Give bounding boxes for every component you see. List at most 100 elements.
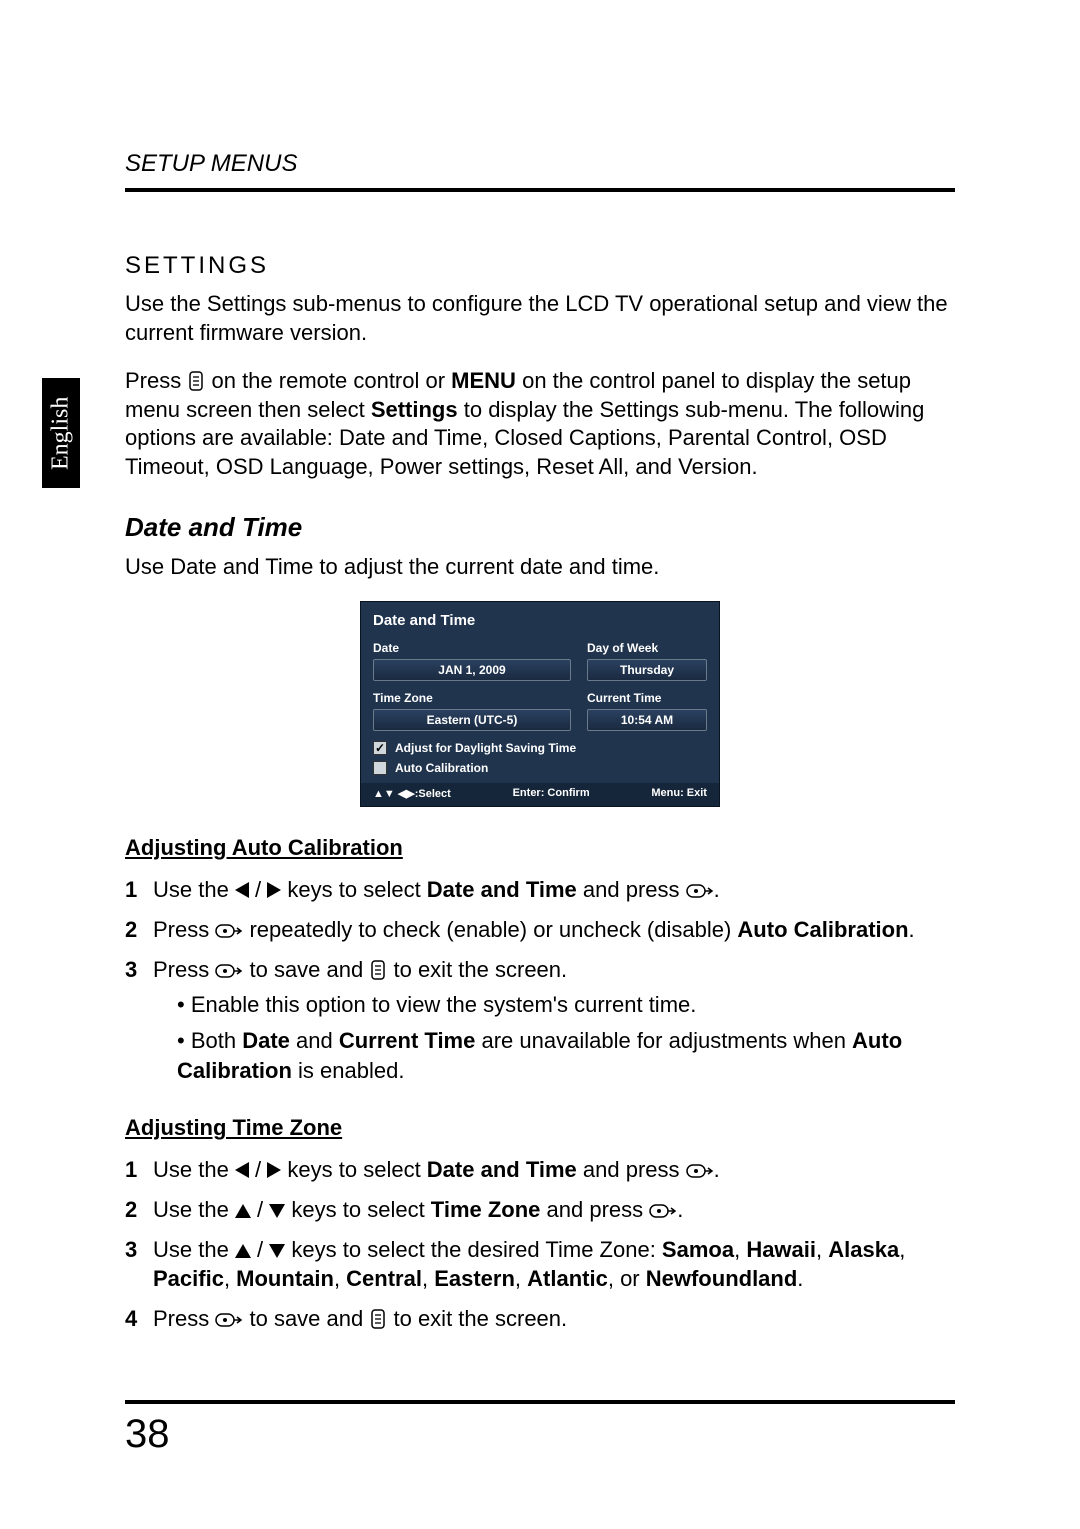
text: repeatedly to check (enable) or uncheck … <box>249 917 737 942</box>
text: keys to select <box>291 1197 430 1222</box>
text: and press <box>583 1157 686 1182</box>
osd-ct-label: Current Time <box>587 691 707 705</box>
menu-remote-icon <box>187 368 205 393</box>
down-arrow-icon <box>269 1204 285 1218</box>
step: 2 Use the / keys to select Time Zone and… <box>125 1195 955 1225</box>
auto-cal-steps: 1 Use the / keys to select Date and Time… <box>125 875 955 1091</box>
osd-screenshot: Date and Time Date JAN 1, 2009 Day of We… <box>360 601 720 807</box>
text-bold: Samoa <box>662 1237 734 1262</box>
left-arrow-icon <box>235 882 249 898</box>
enter-icon <box>686 877 714 902</box>
text: to exit the screen. <box>393 957 567 982</box>
time-zone-heading: Adjusting Time Zone <box>125 1115 955 1141</box>
step: 3 Press to save and to exit the screen. … <box>125 955 955 1092</box>
footer-rule <box>125 1400 955 1404</box>
text: to exit the screen. <box>393 1306 567 1331</box>
right-arrow-icon <box>267 1162 281 1178</box>
text-bold: Current Time <box>339 1028 476 1053</box>
left-arrow-icon <box>235 1162 249 1178</box>
enter-icon <box>215 1306 243 1331</box>
osd-title: Date and Time <box>373 612 707 629</box>
osd-ct-field: 10:54 AM <box>587 709 707 731</box>
enter-icon <box>215 957 243 982</box>
osd-footer-confirm: Enter: Confirm <box>513 787 590 800</box>
bullet: Enable this option to view the system's … <box>177 990 955 1020</box>
text: Press <box>153 1306 215 1331</box>
text-bold: Date <box>242 1028 290 1053</box>
text: Press <box>153 957 215 982</box>
osd-tz-field: Eastern (UTC-5) <box>373 709 571 731</box>
osd-ac-checkbox <box>373 761 387 775</box>
text: Press <box>125 368 187 393</box>
text-bold: Central <box>346 1266 422 1291</box>
text: Both <box>191 1028 242 1053</box>
text-bold: Eastern <box>434 1266 515 1291</box>
enter-icon <box>215 917 243 942</box>
page-footer: 38 <box>125 1400 955 1457</box>
text: to save and <box>249 1306 369 1331</box>
osd-footer-select: ▲▼ ◀▶:Select <box>373 787 451 800</box>
running-header: SETUP MENUS <box>125 150 955 178</box>
osd-date-field: JAN 1, 2009 <box>373 659 571 681</box>
page-content: SETUP MENUS SETTINGS Use the Settings su… <box>125 150 955 1358</box>
auto-cal-heading: Adjusting Auto Calibration <box>125 835 955 861</box>
text: to save and <box>249 957 369 982</box>
text-bold: Auto Calibration <box>737 917 908 942</box>
time-zone-steps: 1 Use the / keys to select Date and Time… <box>125 1155 955 1333</box>
enter-icon <box>649 1197 677 1222</box>
header-rule <box>125 188 955 192</box>
text: and press <box>583 877 686 902</box>
step: 2 Press repeatedly to check (enable) or … <box>125 915 955 945</box>
text: Use the <box>153 1237 235 1262</box>
text: Use the <box>153 1157 235 1182</box>
text: keys to select <box>287 877 426 902</box>
text-bold: Hawaii <box>746 1237 816 1262</box>
text-bold: Atlantic <box>527 1266 608 1291</box>
text: Press <box>153 917 215 942</box>
text: on the remote control or <box>211 368 451 393</box>
osd-dow-field: Thursday <box>587 659 707 681</box>
osd-footer: ▲▼ ◀▶:Select Enter: Confirm Menu: Exit <box>361 783 719 806</box>
text: keys to select the desired Time Zone: <box>291 1237 662 1262</box>
step: 1 Use the / keys to select Date and Time… <box>125 1155 955 1185</box>
settings-word: Settings <box>371 397 458 422</box>
settings-heading: SETTINGS <box>125 252 955 280</box>
language-tab: English <box>42 378 80 488</box>
text-bold: Alaska <box>828 1237 899 1262</box>
osd-tz-label: Time Zone <box>373 691 571 705</box>
text-bold: Date and Time <box>427 1157 577 1182</box>
osd-dst-label: Adjust for Daylight Saving Time <box>395 741 576 755</box>
bullet: Both Date and Current Time are unavailab… <box>177 1026 955 1085</box>
text: , or <box>608 1266 646 1291</box>
text: keys to select <box>287 1157 426 1182</box>
text: are unavailable for adjustments when <box>481 1028 852 1053</box>
osd-footer-exit: Menu: Exit <box>651 787 707 800</box>
menu-remote-icon <box>369 957 387 982</box>
text: and <box>296 1028 339 1053</box>
up-arrow-icon <box>235 1204 251 1218</box>
step: 1 Use the / keys to select Date and Time… <box>125 875 955 905</box>
osd-date-label: Date <box>373 641 571 655</box>
text-bold: Time Zone <box>431 1197 541 1222</box>
osd-dst-checkbox: ✓ <box>373 741 387 755</box>
date-time-heading: Date and Time <box>125 512 955 543</box>
menu-remote-icon <box>369 1306 387 1331</box>
text: and press <box>547 1197 650 1222</box>
text: Use the <box>153 1197 235 1222</box>
step: 4 Press to save and to exit the screen. <box>125 1304 955 1334</box>
enter-icon <box>686 1157 714 1182</box>
step: 3 Use the / keys to select the desired T… <box>125 1235 955 1294</box>
down-arrow-icon <box>269 1244 285 1258</box>
right-arrow-icon <box>267 882 281 898</box>
up-arrow-icon <box>235 1244 251 1258</box>
osd-dow-label: Day of Week <box>587 641 707 655</box>
text-bold: Date and Time <box>427 877 577 902</box>
settings-intro: Use the Settings sub-menus to configure … <box>125 290 955 347</box>
text: Use the <box>153 877 235 902</box>
settings-press-paragraph: Press on the remote control or MENU on t… <box>125 367 955 481</box>
text-bold: Pacific <box>153 1266 224 1291</box>
menu-word: MENU <box>451 368 516 393</box>
osd-ac-label: Auto Calibration <box>395 761 488 775</box>
text-bold: Newfoundland <box>646 1266 798 1291</box>
text-bold: Mountain <box>236 1266 334 1291</box>
